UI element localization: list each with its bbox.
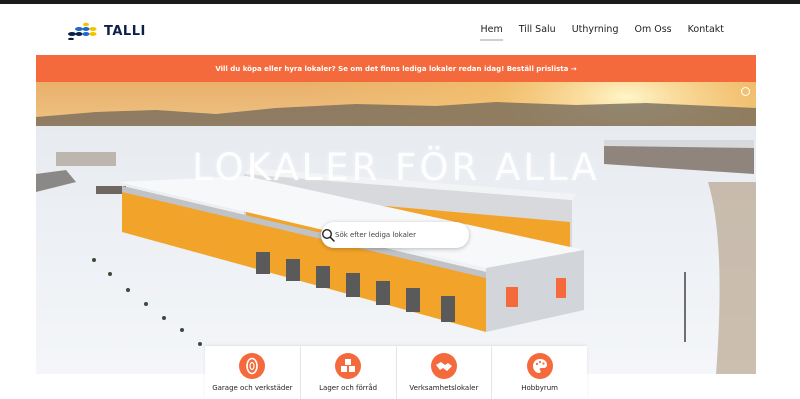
nav-item-uthyrning[interactable]: Uthyrning <box>572 24 619 41</box>
logo[interactable]: TALLI <box>66 20 146 42</box>
handshake-icon <box>430 353 457 379</box>
main-nav: Hem Till Salu Uthyrning Om Oss Kontakt <box>480 24 724 41</box>
logo-text: TALLI <box>104 23 146 39</box>
promo-banner: Vill du köpa eller hyra lokaler? Se om d… <box>36 55 756 82</box>
nav-item-hem[interactable]: Hem <box>480 24 503 41</box>
site-header: TALLI Hem Till Salu Uthyrning Om Oss Kon… <box>0 4 800 54</box>
category-lager[interactable]: Lager och förråd <box>301 346 397 399</box>
hero-title: LOKALER FÖR ALLA <box>192 146 600 189</box>
search-icon[interactable] <box>321 228 335 242</box>
category-label: Hobbyrum <box>521 384 558 392</box>
palette-icon <box>526 353 553 379</box>
search-box <box>321 222 469 248</box>
category-label: Lager och förråd <box>319 384 378 392</box>
category-hobbyrum[interactable]: Hobbyrum <box>492 346 587 399</box>
tire-icon <box>239 353 266 379</box>
nav-item-till-salu[interactable]: Till Salu <box>519 24 556 41</box>
category-verksamhet[interactable]: Verksamhetslokaler <box>397 346 493 399</box>
promo-banner-link[interactable]: Vill du köpa eller hyra lokaler? Se om d… <box>215 65 576 73</box>
category-bar: Garage och verkstäder Lager och förråd V… <box>205 346 587 399</box>
hero-section: LOKALER FÖR ALLA <box>36 82 756 374</box>
category-label: Verksamhetslokaler <box>409 384 479 392</box>
carousel-indicator[interactable] <box>741 87 750 96</box>
logo-mark-icon <box>68 22 97 40</box>
search-input[interactable] <box>335 231 445 239</box>
category-label: Garage och verkstäder <box>212 384 293 392</box>
nav-item-om-oss[interactable]: Om Oss <box>634 24 671 41</box>
category-garage[interactable]: Garage och verkstäder <box>205 346 301 399</box>
boxes-icon <box>335 353 362 379</box>
nav-item-kontakt[interactable]: Kontakt <box>688 24 724 41</box>
